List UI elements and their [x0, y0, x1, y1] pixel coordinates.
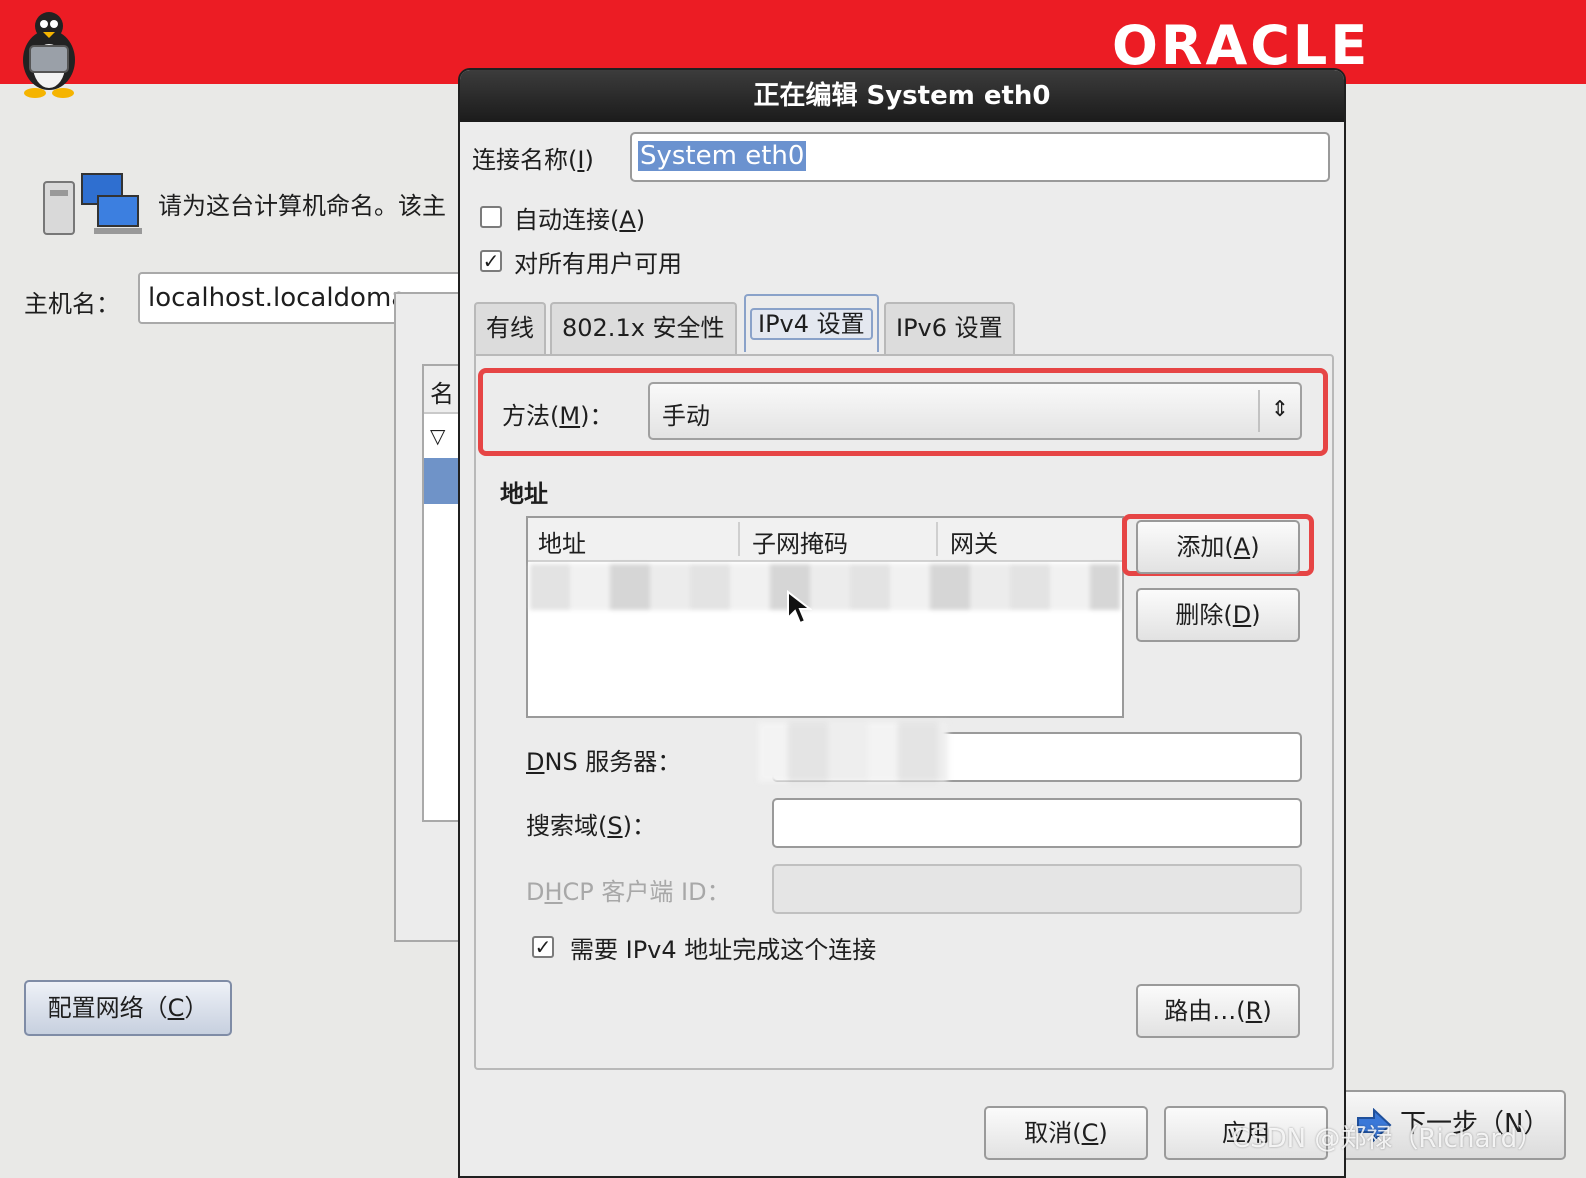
- method-label-text: 方法(: [502, 402, 560, 430]
- cancel-button-text: 取消(: [1024, 1119, 1082, 1147]
- tab-8021x-security[interactable]: 802.1x 安全性: [550, 302, 737, 354]
- search-domain-suffix: )：: [622, 812, 656, 840]
- column-netmask[interactable]: 子网掩码: [752, 524, 848, 559]
- connection-name-value: System eth0: [638, 141, 807, 171]
- search-domain-input[interactable]: [772, 798, 1302, 848]
- tux-penguin-icon: [23, 12, 75, 98]
- cancel-button-suffix: ): [1098, 1119, 1108, 1147]
- routes-button-suffix: ): [1262, 997, 1272, 1025]
- configure-network-suffix: ）: [184, 994, 209, 1022]
- column-address[interactable]: 地址: [538, 524, 586, 559]
- select-updown-icon: ⇕: [1258, 390, 1300, 432]
- configure-network-mnemonic: C: [167, 994, 185, 1022]
- dns-servers-label: DNS 服务器：: [526, 742, 681, 777]
- network-computer-icon: [43, 173, 142, 235]
- address-table[interactable]: 地址 子网掩码 网关: [526, 516, 1124, 718]
- delete-button-suffix: ): [1251, 601, 1261, 629]
- require-ipv4-label[interactable]: 需要 IPv4 地址完成这个连接: [570, 930, 876, 965]
- tab-ipv6-settings[interactable]: IPv6 设置: [884, 302, 1015, 354]
- search-domain-text: 搜索域(: [526, 812, 608, 840]
- tab-wired[interactable]: 有线: [474, 302, 546, 354]
- delete-button-mnemonic: D: [1232, 601, 1252, 629]
- auto-connect-checkbox[interactable]: [480, 206, 502, 228]
- address-section-title: 地址: [500, 480, 548, 508]
- configure-network-text: 配置网络（: [47, 994, 168, 1022]
- cancel-button-mnemonic: C: [1081, 1119, 1099, 1147]
- dhcp-label-text: CP 客户端 ID：: [562, 878, 731, 906]
- routes-button-mnemonic: R: [1245, 997, 1263, 1025]
- method-suffix: )：: [580, 402, 614, 430]
- routes-button-text: 路由…(: [1164, 997, 1246, 1025]
- require-ipv4-checkbox[interactable]: ✓: [532, 936, 554, 958]
- connection-name-input[interactable]: System eth0: [630, 132, 1330, 182]
- dns-redacted-value: [758, 722, 948, 782]
- connection-name-label: 连接名称(I): [472, 140, 594, 175]
- search-domain-mnemonic: S: [607, 812, 623, 840]
- edit-connection-dialog: 正在编辑 System eth0 连接名称(I) System eth0 自动连…: [458, 68, 1346, 1178]
- hostname-prompt: 请为这台计算机命名。该主: [158, 192, 446, 220]
- dhcp-client-id-label: DHCP 客户端 ID：: [526, 872, 731, 907]
- tab-ipv4-label: IPv4 设置: [750, 308, 873, 340]
- method-value: 手动: [662, 402, 710, 430]
- dhcp-label-prefix: D: [526, 878, 545, 906]
- dialog-title: 正在编辑 System eth0: [460, 70, 1344, 122]
- dns-label-text: NS 服务器：: [544, 748, 682, 776]
- add-button[interactable]: 添加(A): [1136, 520, 1300, 574]
- search-domain-label: 搜索域(S)：: [526, 806, 656, 841]
- cancel-button[interactable]: 取消(C): [984, 1106, 1148, 1160]
- method-select[interactable]: 手动 ⇕: [648, 382, 1302, 440]
- hostname-label: 主机名：: [24, 290, 120, 318]
- method-label: 方法(M)：: [502, 396, 613, 431]
- column-gateway[interactable]: 网关: [950, 524, 998, 559]
- address-table-header: 地址 子网掩码 网关: [528, 518, 1122, 562]
- auto-connect-text: 自动连接(: [514, 206, 620, 234]
- all-users-checkbox[interactable]: ✓: [480, 250, 502, 272]
- connection-name-label-text: 连接名称(: [472, 146, 578, 174]
- connection-name-suffix: ): [584, 146, 594, 174]
- delete-button[interactable]: 删除(D): [1136, 588, 1300, 642]
- expand-triangle-icon[interactable]: ▽: [430, 424, 445, 448]
- configure-network-button[interactable]: 配置网络（C）: [24, 980, 232, 1036]
- auto-connect-mnemonic: A: [619, 206, 636, 234]
- all-users-label[interactable]: 对所有用户可用: [514, 244, 682, 279]
- csdn-watermark: CSDN @郑禄（Richard）: [1232, 1124, 1544, 1154]
- table-row[interactable]: [530, 564, 1120, 610]
- dhcp-mnemonic: H: [544, 878, 563, 906]
- dns-mnemonic: D: [526, 748, 545, 776]
- tab-ipv4-settings[interactable]: IPv4 设置: [744, 294, 879, 352]
- delete-button-text: 删除(: [1175, 601, 1233, 629]
- auto-connect-suffix: ): [635, 206, 646, 234]
- add-button-text: 添加(: [1176, 533, 1234, 561]
- mouse-cursor-icon: [787, 590, 812, 625]
- routes-button[interactable]: 路由…(R): [1136, 984, 1300, 1038]
- add-button-mnemonic: A: [1233, 533, 1251, 561]
- auto-connect-label[interactable]: 自动连接(A): [514, 200, 645, 235]
- method-mnemonic: M: [559, 402, 581, 430]
- dhcp-client-id-input: [772, 864, 1302, 914]
- add-button-suffix: ): [1250, 533, 1260, 561]
